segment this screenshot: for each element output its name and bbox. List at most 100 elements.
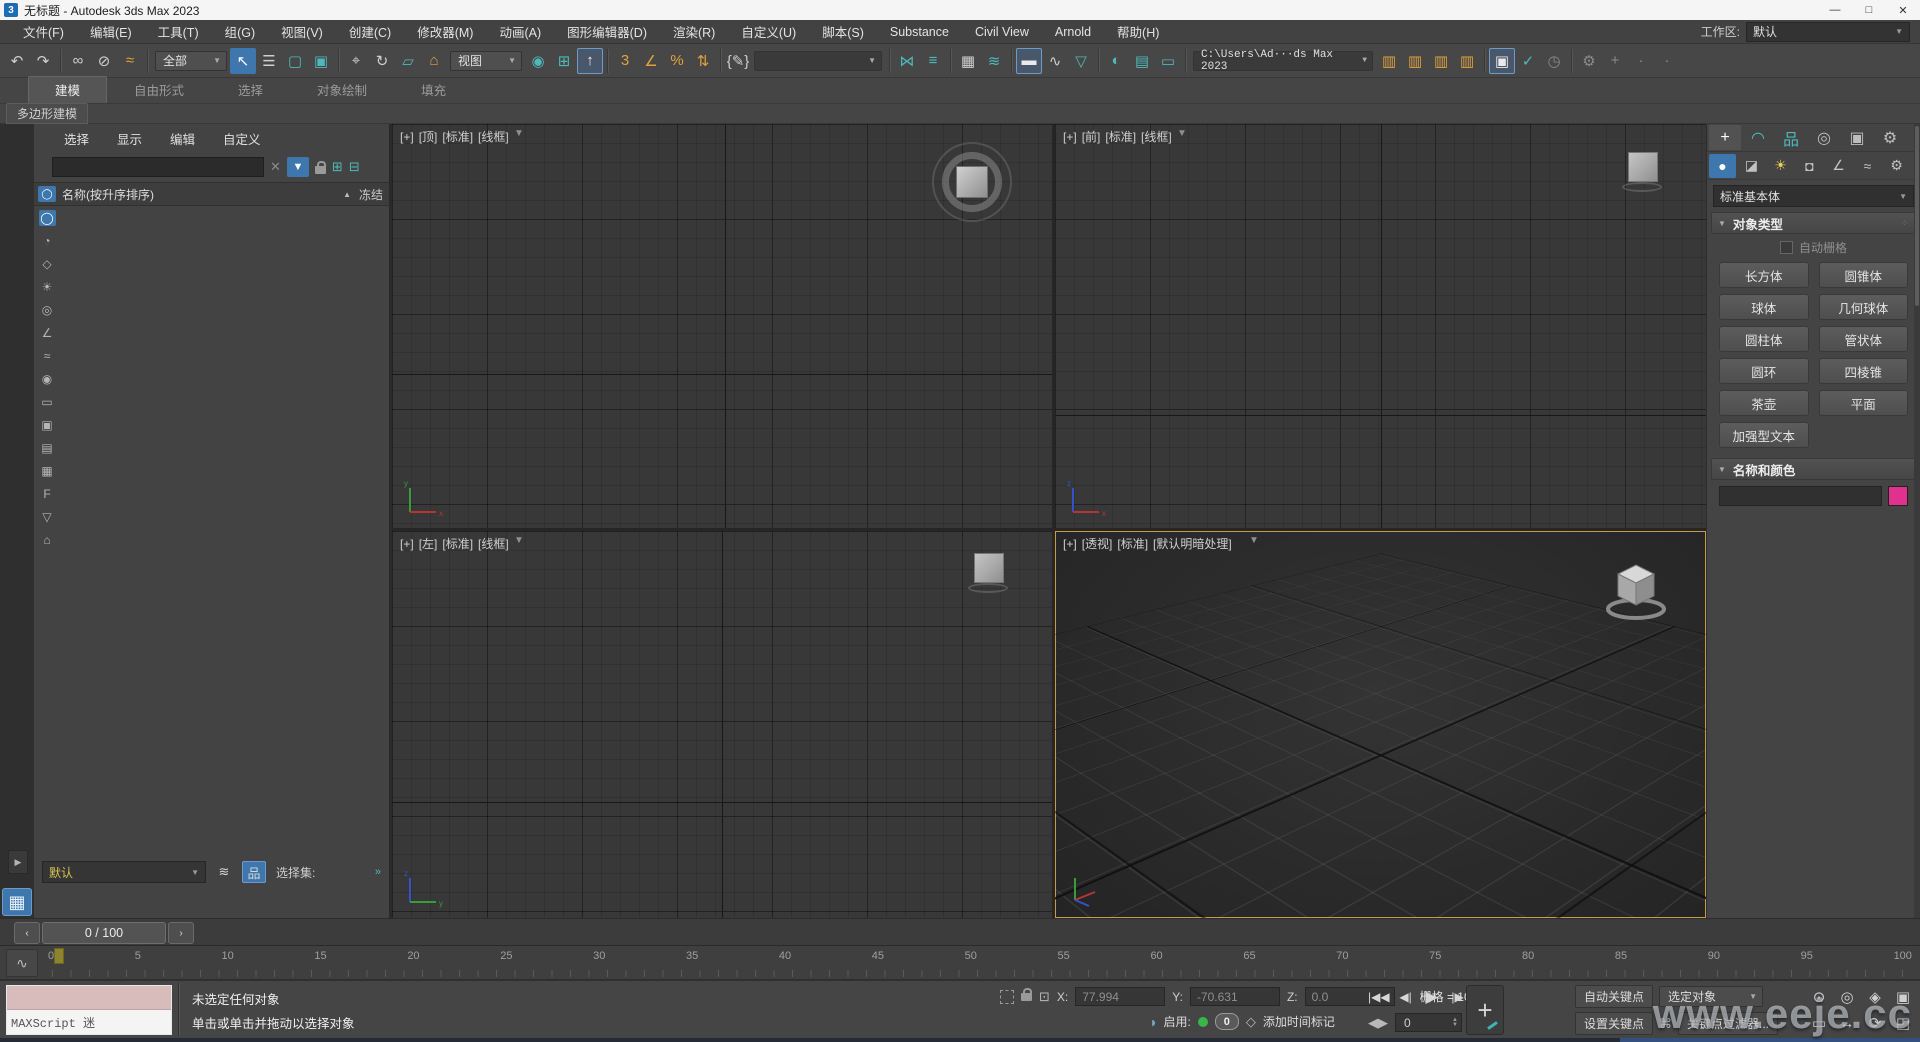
geosphere-button[interactable]: 几何球体 (1819, 294, 1909, 320)
name-color-rollout-header[interactable]: ▼ 名称和颜色 (1711, 458, 1916, 480)
absolute-mode-icon[interactable]: ⊡ (1039, 989, 1050, 1005)
selection-lock-icon[interactable] (1021, 993, 1032, 1001)
view-cube[interactable] (1626, 152, 1660, 192)
rect-selection-region-icon[interactable]: ▢ (282, 48, 308, 74)
curve-editor-icon[interactable]: ∿ (1042, 48, 1068, 74)
zoom-extents-icon[interactable]: ◈ (1862, 985, 1888, 1009)
fov-icon[interactable]: ▭ (1806, 1011, 1832, 1035)
hierarchy-view-icon[interactable]: 品 (242, 861, 266, 883)
select-by-name-icon[interactable]: ☰ (256, 48, 282, 74)
go-to-start-icon[interactable]: |◀◀ (1368, 987, 1390, 1007)
x-coordinate-field[interactable]: 77.994 (1075, 987, 1165, 1006)
angle-snap-icon[interactable]: ∠ (638, 48, 664, 74)
filter-groups-icon[interactable]: ◉ (39, 371, 56, 387)
percent-snap-icon[interactable]: % (664, 48, 690, 74)
pyramid-button[interactable]: 四棱锥 (1819, 358, 1909, 384)
explorer-object-list[interactable]: ◯◔◇☀◎∠≈◉▭▣▤▦F▽⌂ (34, 206, 389, 858)
teapot-button[interactable]: 茶壶 (1719, 390, 1809, 416)
spinner-icon[interactable]: ▲▼ (1452, 1018, 1458, 1028)
prev-frame-icon[interactable]: ◀| (1396, 987, 1416, 1007)
material-editor-icon[interactable]: ◐ (1103, 48, 1129, 74)
filter-spacewarps-icon[interactable]: ≈ (39, 348, 56, 364)
ribbon-subtab-polygon-modeling[interactable]: 多边形建模 (6, 103, 88, 124)
undo-icon[interactable]: ↶ (4, 48, 30, 74)
menu-item-3[interactable]: 组(G) (212, 20, 269, 44)
filter-sort-icon[interactable]: ◯ (39, 210, 56, 226)
view-cube[interactable] (932, 142, 1012, 222)
pan-icon[interactable]: ↔ (1834, 1011, 1860, 1035)
menu-item-5[interactable]: 创建(C) (336, 20, 404, 44)
zoom-extents-all-icon[interactable]: ▣ (1890, 985, 1916, 1009)
set-key-button[interactable]: 设置关键点 (1575, 1012, 1653, 1035)
cat-geometry-icon[interactable]: ● (1709, 154, 1736, 178)
play-icon[interactable]: ▶ (1422, 987, 1442, 1007)
menu-item-0[interactable]: 文件(F) (10, 20, 77, 44)
layer-view-icon[interactable]: ≋ (212, 861, 236, 883)
minimize-button[interactable]: — (1818, 0, 1852, 20)
ref-coord-dropdown[interactable]: 视图▼ (450, 51, 522, 71)
cat-systems-icon[interactable]: ⚙ (1883, 154, 1910, 178)
ribbon-tab-populate[interactable]: 填充 (394, 76, 473, 103)
view-cube[interactable] (972, 553, 1006, 593)
cat-shapes-icon[interactable]: ◪ (1738, 154, 1765, 178)
search-filter-icon[interactable]: ▼ (287, 157, 309, 177)
tab-utilities-icon[interactable]: ⚙ (1874, 125, 1906, 150)
clear-search-icon[interactable]: ✕ (270, 159, 281, 175)
menu-item-11[interactable]: 脚本(S) (809, 20, 877, 44)
rendered-frame-icon[interactable]: ▭ (1155, 48, 1181, 74)
mirror-icon[interactable]: ⋈ (894, 48, 920, 74)
filter-shapes-icon[interactable]: ◇ (39, 256, 56, 272)
viewport-filter-icon[interactable]: ▼ (514, 128, 524, 139)
select-rotate-icon[interactable]: ↻ (369, 48, 395, 74)
menu-item-14[interactable]: Arnold (1042, 20, 1104, 44)
sort-ascending-icon[interactable]: ▲ (343, 190, 351, 199)
explorer-menu-item-0[interactable]: 选择 (50, 129, 103, 148)
view-cube[interactable] (1604, 559, 1668, 623)
zoom-all-icon[interactable]: ◎ (1834, 985, 1860, 1009)
snaps-3d-icon[interactable]: 3 (612, 48, 638, 74)
close-button[interactable]: ✕ (1886, 0, 1920, 20)
filter-effects-icon[interactable]: F (39, 486, 56, 502)
time-slider-track[interactable]: ‹ 0 / 100 › (0, 918, 1920, 946)
menu-item-15[interactable]: 帮助(H) (1104, 20, 1172, 44)
filter-geometry-icon[interactable]: ◔ (39, 233, 56, 249)
add-plus-icon[interactable]: + (1602, 48, 1628, 74)
save-file-icon[interactable]: ▣ (1489, 48, 1515, 74)
viewport-front-label-part-1[interactable]: [前] (1082, 128, 1101, 145)
scene-explorer-toggle-icon[interactable]: ▦ (955, 48, 981, 74)
overflow-chevrons-icon[interactable]: » (375, 866, 381, 878)
explorer-column-header[interactable]: ◯ 名称(按升序排序) ▲ 冻结 (34, 182, 389, 206)
orbit-icon[interactable]: ⟳ (1862, 1011, 1888, 1035)
menu-item-13[interactable]: Civil View (962, 20, 1042, 44)
ribbon-tab-selection[interactable]: 选择 (211, 76, 290, 103)
render-iterative-icon[interactable]: ◷ (1541, 48, 1567, 74)
viewport-top-label-part-3[interactable]: [线框] (478, 128, 509, 145)
viewport-left-label-part-1[interactable]: [左] (419, 535, 438, 552)
filter-funnel-icon[interactable]: ▽ (39, 509, 56, 525)
viewport-persp-label-part-0[interactable]: [+] (1063, 537, 1077, 551)
tab-create-icon[interactable]: + (1709, 125, 1741, 150)
next-frame-button[interactable]: › (168, 922, 194, 944)
unlink-icon[interactable]: ⊘ (91, 48, 117, 74)
torus-button[interactable]: 圆环 (1719, 358, 1809, 384)
explorer-preset-dropdown[interactable]: 默认▼ (42, 861, 206, 883)
add-time-tag[interactable]: 添加时间标记 (1263, 1013, 1335, 1030)
maxscript-mini-listener[interactable]: MAXScript 迷 (6, 985, 172, 1035)
viewport-left-label-part-0[interactable]: [+] (400, 537, 414, 551)
align-icon[interactable]: ≡ (920, 48, 946, 74)
redo-icon[interactable]: ↷ (30, 48, 56, 74)
cat-lights-icon[interactable]: ☀ (1767, 154, 1794, 178)
filter-cameras-icon[interactable]: ◎ (39, 302, 56, 318)
current-frame-field[interactable]: 0 ▲▼ (1395, 1013, 1462, 1032)
time-slider-handle[interactable]: 0 / 100 (42, 922, 166, 944)
viewport-left[interactable]: [+][左][标准][线框] ▼ z y (392, 531, 1052, 918)
lock-icon[interactable] (315, 166, 326, 174)
select-scale-icon[interactable]: ▱ (395, 48, 421, 74)
workspace-tool-icon-3[interactable]: ▥ (1428, 48, 1454, 74)
explorer-menu-item-1[interactable]: 显示 (103, 129, 156, 148)
viewport-front-label-part-3[interactable]: [线框] (1141, 128, 1172, 145)
key-icon[interactable]: ⌘ (1659, 1016, 1672, 1032)
menu-item-10[interactable]: 自定义(U) (728, 20, 809, 44)
menu-item-1[interactable]: 编辑(E) (77, 20, 145, 44)
set-key-large-button[interactable]: + (1466, 985, 1504, 1035)
